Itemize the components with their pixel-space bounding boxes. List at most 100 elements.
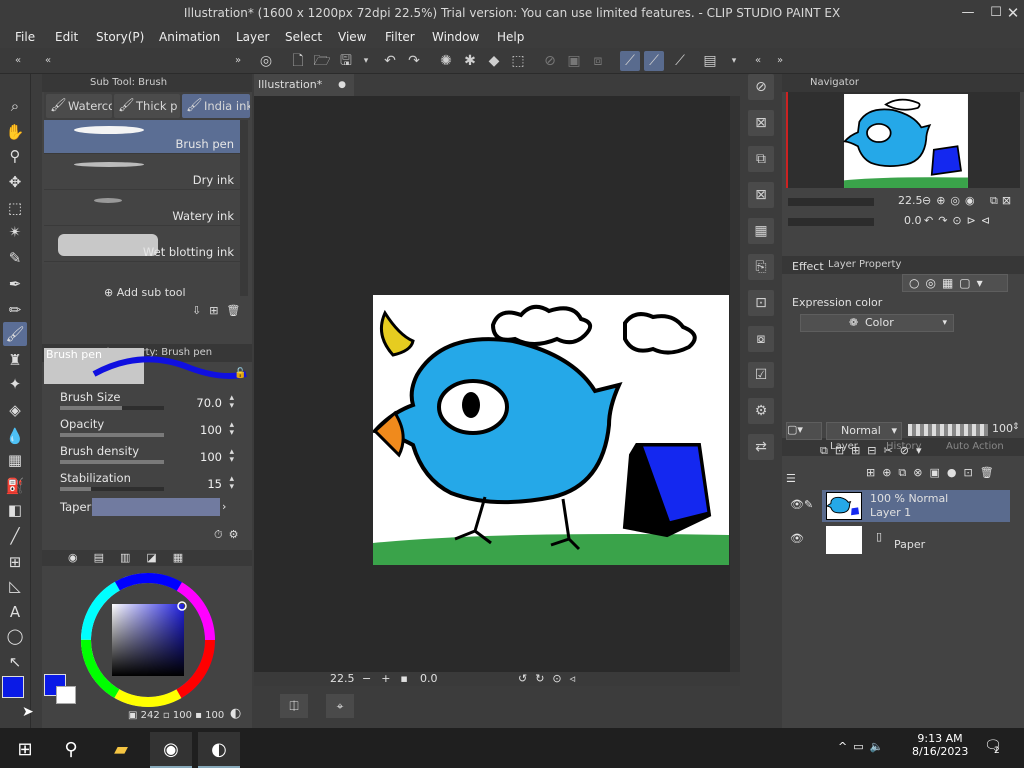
invert-selection-icon[interactable]: ▣ (564, 51, 584, 71)
clip-studio-icon[interactable]: ◎ (256, 51, 276, 71)
frame-icon[interactable]: ⊞ (3, 550, 27, 574)
brush-size-row[interactable]: Brush Size 70.0 ▴ ▾ (56, 390, 236, 416)
gradient-icon[interactable]: ◧ (3, 498, 27, 522)
airbrush-icon[interactable]: ♜ (3, 348, 27, 372)
menu-select[interactable]: Select (285, 26, 322, 48)
opacity-spinner-icon[interactable]: ▴ ▾ (229, 421, 234, 438)
menu-animation[interactable]: Animation (159, 26, 220, 48)
brush-size-spinner-icon[interactable]: ▴ ▾ (229, 394, 234, 411)
snap-ruler-icon[interactable]: ⟋ (620, 51, 640, 71)
device-dropdown-icon[interactable]: ▾ (724, 51, 744, 71)
subtool-actions[interactable]: ⇩⊞🗑 (192, 304, 248, 317)
illustration-canvas[interactable] (373, 295, 729, 565)
pencil-icon[interactable]: ✏ (3, 298, 27, 322)
brush-item-wet-blotting-ink[interactable]: Wet blotting ink (44, 228, 240, 262)
clip-studio-taskbar-icon[interactable]: ◐ (198, 732, 240, 768)
decoration-icon[interactable]: ✦ (3, 372, 27, 396)
nav-fit-buttons[interactable]: ⧉⊠ (990, 194, 1015, 208)
main-color-swatch[interactable] (2, 676, 24, 698)
minimize-button[interactable]: — (958, 3, 978, 23)
brush-item-watery-ink[interactable]: Watery ink (44, 192, 240, 226)
transform-icon[interactable]: ⬚ (508, 51, 528, 71)
navigator-panel-icon[interactable]: ⊘ (748, 74, 774, 100)
eye-icon[interactable]: 👁 (790, 498, 804, 511)
opacity-spinner-icon[interactable]: ⇕ (1012, 422, 1020, 432)
timeline-icon[interactable]: ⎅ (280, 694, 308, 718)
stabilization-row[interactable]: Stabilization 15 ▴ ▾ (56, 471, 236, 497)
snap-grid-icon[interactable]: ⟋ (670, 51, 690, 71)
toolprop-actions[interactable]: ⏱⚙ (214, 528, 244, 542)
pen-icon[interactable]: ✒ (3, 272, 27, 296)
color-panel-tabs[interactable]: ◉▤▥◪▦ (42, 550, 252, 566)
brush-item-brush-pen[interactable]: Brush pen (44, 120, 240, 154)
opacity-row[interactable]: Opacity 100 ▴ ▾ (56, 417, 236, 443)
selection-icon[interactable]: ⬚ (3, 196, 27, 220)
navigator-zoom-row[interactable]: 22.5 ⊖⊕◎◉ ⧉⊠ (786, 194, 1020, 212)
crop-icon[interactable]: ⧈ (588, 51, 608, 71)
eye-icon[interactable]: 👁 (790, 532, 804, 545)
menu-filter[interactable]: Filter (385, 26, 415, 48)
auto-select-icon[interactable]: ✴ (3, 220, 27, 244)
zoom-tool-icon[interactable]: ⌕ (3, 94, 27, 118)
navigator-view[interactable] (786, 92, 1020, 188)
expand-icon[interactable]: » (228, 51, 248, 71)
zoom-controls[interactable]: −+▪ (362, 672, 418, 685)
brush-density-row[interactable]: Brush density 100 ▴ ▾ (56, 444, 236, 470)
canvas-rotation-value[interactable]: 0.0 (420, 672, 438, 685)
tab-illustration[interactable]: Illustration* ● (254, 74, 354, 96)
operation-tool-icon[interactable]: ⚲ (3, 144, 27, 168)
opacity-slider[interactable] (60, 433, 164, 437)
density-spinner-icon[interactable]: ▴ ▾ (229, 448, 234, 465)
collapse-right-icon[interactable]: « (748, 51, 768, 71)
snap-special-ruler-icon[interactable]: ⟋ (644, 51, 664, 71)
layer-toolbar-row1[interactable]: ⧉⊡⊞⊟✂⊘▾ (786, 444, 1022, 462)
menu-layer[interactable]: Layer (236, 26, 269, 48)
brush-list-scrollbar[interactable] (240, 120, 248, 296)
brush-size-slider[interactable] (60, 406, 164, 410)
tab-india-ink[interactable]: 🖌 India ink (182, 94, 250, 118)
blend-icon[interactable]: 💧 (3, 424, 27, 448)
menu-view[interactable]: View (338, 26, 366, 48)
stack-icon[interactable]: ⧇ (748, 326, 774, 352)
layer-toolbar-row2[interactable]: ⊞⊕⧉⊗▣●⊡🗑 (786, 466, 1022, 484)
clear-icon[interactable]: ✱ (460, 51, 480, 71)
redo-icon[interactable]: ↷ (404, 51, 424, 71)
figure-icon[interactable]: ╱ (3, 524, 27, 548)
fill-icon[interactable]: ◆ (484, 51, 504, 71)
menu-story[interactable]: Story(P) (96, 26, 144, 48)
expand-right-icon[interactable]: » (770, 51, 790, 71)
tab-watercolor[interactable]: 🖌 Waterco (46, 94, 112, 118)
new-file-icon[interactable]: 🗋 (288, 51, 308, 71)
balloon-icon[interactable]: ◯ (3, 624, 27, 648)
color-tab-icons[interactable]: ◉▤▥◪▦ (68, 551, 199, 564)
color-settings-icon[interactable]: ◐ (230, 706, 241, 721)
layer-row-layer1[interactable]: 100 % Normal Layer 1 (822, 490, 1010, 522)
device-icon[interactable]: ▤ (700, 51, 720, 71)
undo-icon[interactable]: ↶ (380, 51, 400, 71)
windows-start-icon[interactable]: ⊞ (4, 732, 46, 768)
material-icon[interactable]: ⧉ (748, 146, 774, 172)
sub-view-icon[interactable]: ⊠ (748, 110, 774, 136)
tone-icon[interactable]: ▦ (748, 218, 774, 244)
tab-thick-paint[interactable]: 🖌 Thick p (114, 94, 180, 118)
sub-color-chip[interactable] (56, 686, 76, 704)
edit-pen-icon[interactable]: ✎ (804, 498, 813, 511)
system-tray-icons[interactable]: ^▭🔈 (838, 740, 889, 753)
effect-buttons[interactable]: ○◎▦▢▾ (902, 274, 1008, 292)
add-subtool-button[interactable]: ⊕ Add sub tool (104, 286, 186, 299)
blend-mode-select[interactable]: Normal ▾ (826, 422, 902, 440)
correct-line-icon[interactable]: ↖ (3, 650, 27, 674)
file-explorer-icon[interactable]: ▰ (100, 732, 142, 768)
chrome-icon[interactable]: ◉ (150, 732, 192, 768)
nav-zoom-slider[interactable] (788, 198, 874, 206)
clock[interactable]: 9:13 AM 8/16/2023 (912, 732, 968, 758)
chevron-right-icon[interactable]: › (222, 500, 226, 513)
frame-border-icon[interactable]: ⊡ (748, 290, 774, 316)
expression-color-select[interactable]: ❁ Color ▾ (800, 314, 954, 332)
layer-search-icon[interactable]: ⌖ (326, 694, 354, 718)
save-icon[interactable]: 🖫 (336, 51, 356, 71)
brush-item-dry-ink[interactable]: Dry ink (44, 156, 240, 190)
navigator-rotation-row[interactable]: 0.0 ↶↷⊙⊳⊲ (786, 214, 1020, 232)
save-dropdown-icon[interactable]: ▾ (356, 51, 376, 71)
pattern-icon[interactable]: ▦ (3, 448, 27, 472)
